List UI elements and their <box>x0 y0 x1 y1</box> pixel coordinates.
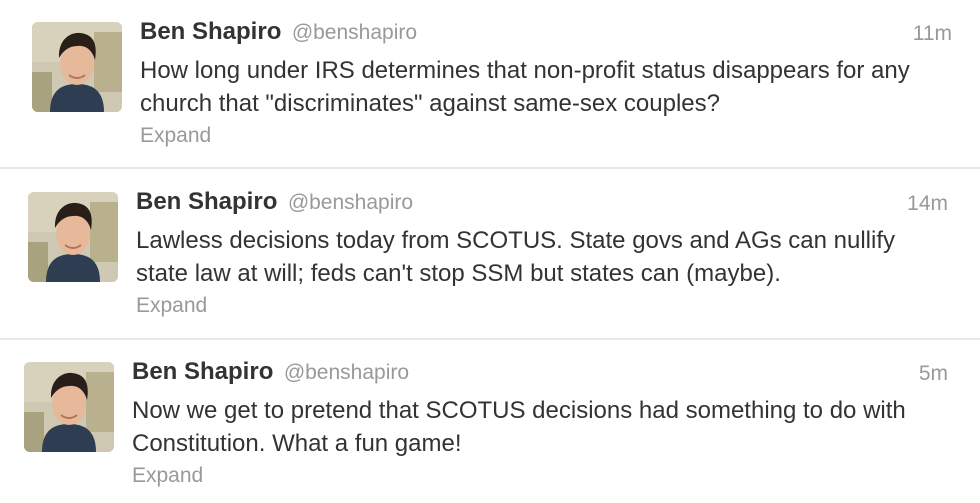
tweet-timestamp[interactable]: 11m <box>913 22 952 46</box>
expand-link[interactable]: Expand <box>136 294 207 318</box>
tweet-text: How long under IRS determines that non-p… <box>140 57 910 117</box>
expand-link[interactable]: Expand <box>132 464 203 488</box>
tweet-item[interactable]: Ben Shapiro @benshapiro 5m Now we get to… <box>24 340 948 500</box>
user-handle[interactable]: @benshapiro <box>284 361 409 384</box>
tweet-timestamp[interactable]: 14m <box>907 192 948 216</box>
avatar[interactable] <box>24 362 114 452</box>
tweet-timestamp[interactable]: 5m <box>919 362 948 386</box>
user-handle[interactable]: @benshapiro <box>288 191 413 214</box>
tweet-text: Now we get to pretend that SCOTUS decisi… <box>132 397 906 457</box>
tweet-header: Ben Shapiro @benshapiro 11m <box>140 18 952 52</box>
avatar-photo <box>24 362 114 452</box>
expand-link[interactable]: Expand <box>140 124 211 148</box>
avatar[interactable] <box>32 22 122 112</box>
user-fullname[interactable]: Ben Shapiro <box>136 188 277 215</box>
avatar-photo <box>32 22 122 112</box>
avatar[interactable] <box>28 192 118 282</box>
user-fullname[interactable]: Ben Shapiro <box>140 18 281 45</box>
user-handle[interactable]: @benshapiro <box>292 21 417 44</box>
tweet-item[interactable]: Ben Shapiro @benshapiro 11m How long und… <box>32 0 952 160</box>
tweet-text: Lawless decisions today from SCOTUS. Sta… <box>136 227 896 287</box>
tweet-divider <box>0 167 980 169</box>
avatar-photo <box>28 192 118 282</box>
tweet-header: Ben Shapiro @benshapiro 5m <box>132 358 948 392</box>
tweet-item[interactable]: Ben Shapiro @benshapiro 14m Lawless deci… <box>28 170 948 330</box>
tweet-header: Ben Shapiro @benshapiro 14m <box>136 188 948 222</box>
user-fullname[interactable]: Ben Shapiro <box>132 358 273 385</box>
